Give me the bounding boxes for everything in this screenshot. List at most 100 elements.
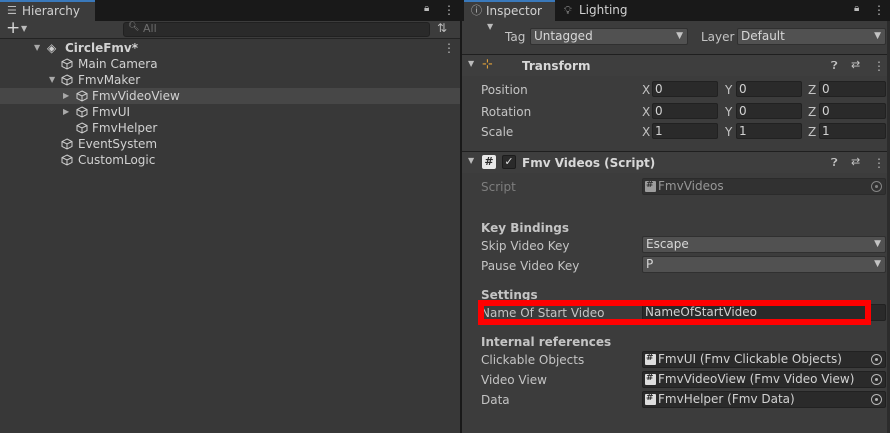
gameobject-icon	[61, 138, 73, 150]
scene-row[interactable]: ▼ ◈ CircleFmv* ⋮	[0, 40, 460, 56]
item-label: Main Camera	[78, 57, 158, 71]
object-picker-icon[interactable]	[871, 374, 882, 385]
inspector-tab-bar: ⓘ Inspector 💡︎ Lighting 🔒︎ ⋮	[462, 0, 890, 21]
highlight-box	[478, 300, 871, 325]
component-menu-icon[interactable]: ⋮	[873, 156, 885, 170]
tag-dropdown[interactable]: Untagged ▼	[530, 28, 688, 45]
component-menu-icon[interactable]: ⋮	[873, 59, 885, 73]
scale-x-field[interactable]: 1	[652, 123, 718, 139]
hierarchy-item-eventsystem[interactable]: EventSystem	[0, 136, 460, 152]
item-label: FmvVideoView	[92, 89, 180, 103]
expand-arrow-icon[interactable]: ▼	[49, 72, 55, 88]
search-input[interactable]: 🔍︎ All	[123, 22, 430, 37]
video-view-label: Video View	[481, 373, 547, 387]
position-x-field[interactable]: 0	[652, 81, 718, 97]
x-label: X	[642, 105, 651, 119]
clickable-objects-label: Clickable Objects	[481, 353, 585, 367]
position-label: Position	[481, 83, 528, 97]
rotation-x-field[interactable]: 0	[652, 103, 718, 119]
item-label: EventSystem	[78, 137, 158, 151]
sort-icon[interactable]: ⇅	[437, 21, 447, 35]
gameobject-icon	[76, 122, 88, 134]
object-picker-icon[interactable]	[871, 394, 882, 405]
collapse-arrow-icon[interactable]: ▶	[63, 104, 69, 120]
hierarchy-item-fmvmaker[interactable]: ▼ FmvMaker	[0, 72, 460, 88]
pause-video-key-dropdown[interactable]: P ▼	[642, 256, 886, 273]
foldout-arrow-icon[interactable]: ▼	[468, 59, 474, 68]
tag-label: Tag	[505, 30, 526, 44]
position-y-field[interactable]: 0	[736, 81, 802, 97]
search-icon: 🔍︎	[128, 22, 140, 32]
help-icon[interactable]: ❓︎	[831, 156, 838, 170]
rotation-y-field[interactable]: 0	[736, 103, 802, 119]
enabled-checkbox[interactable]: ✓	[502, 155, 516, 169]
item-label: FmvMaker	[78, 73, 141, 87]
fmv-videos-title: Fmv Videos (Script)	[522, 156, 656, 170]
hierarchy-tab-bar: ☰ Hierarchy 🔒︎ ⋮	[0, 0, 460, 21]
x-label: X	[642, 125, 651, 139]
tab-inspector[interactable]: ⓘ Inspector	[464, 0, 555, 21]
unity-scene-icon: ◈	[47, 41, 57, 55]
more-options-icon[interactable]: ⋮	[443, 3, 455, 17]
z-label: Z	[808, 83, 817, 97]
skip-video-key-dropdown[interactable]: Escape ▼	[642, 236, 886, 253]
object-picker-icon	[871, 181, 882, 192]
presets-icon[interactable]: ⇄	[851, 58, 860, 71]
y-label: Y	[725, 83, 733, 97]
rotation-z-field[interactable]: 0	[819, 103, 886, 119]
item-label: CustomLogic	[78, 153, 156, 167]
more-options-icon[interactable]: ⋮	[873, 3, 885, 17]
foldout-arrow-icon[interactable]: ▼	[468, 156, 474, 165]
transform-header[interactable]: ▼ ⊹ Transform ❓︎ ⇄ ⋮	[462, 54, 890, 76]
help-icon[interactable]: ❓︎	[831, 59, 838, 73]
lock-icon[interactable]: 🔒︎	[424, 3, 429, 14]
rotation-label: Rotation	[481, 105, 532, 119]
hierarchy-item-fmvui[interactable]: ▶ FmvUI	[0, 104, 460, 120]
chevron-down-icon: ▼	[676, 31, 683, 41]
data-field[interactable]: FmvHelper (Fmv Data)	[642, 391, 886, 408]
scene-label: CircleFmv*	[65, 41, 139, 55]
lightbulb-icon: 💡︎	[564, 4, 572, 17]
info-icon: ⓘ	[471, 4, 482, 17]
script-icon	[645, 178, 656, 193]
scale-z-field[interactable]: 1	[819, 123, 886, 139]
scale-y-field[interactable]: 1	[736, 123, 802, 139]
skip-video-key-label: Skip Video Key	[481, 239, 570, 253]
add-icon[interactable]: +	[6, 18, 20, 38]
y-label: Y	[725, 105, 733, 119]
hierarchy-item-customlogic[interactable]: CustomLogic	[0, 152, 460, 168]
presets-icon[interactable]: ⇄	[851, 155, 860, 168]
z-label: Z	[808, 125, 817, 139]
clickable-objects-field[interactable]: FmvUI (Fmv Clickable Objects)	[642, 351, 886, 368]
item-label: FmvHelper	[92, 121, 158, 135]
position-z-field[interactable]: 0	[819, 81, 886, 97]
chevron-down-icon[interactable]: ▼	[21, 24, 27, 33]
gameobject-icon	[76, 90, 88, 102]
gameobject-icon	[61, 74, 73, 86]
item-label: FmvUI	[92, 105, 131, 119]
video-view-field[interactable]: FmvVideoView (Fmv Video View)	[642, 371, 886, 388]
hierarchy-item-fmvhelper[interactable]: FmvHelper	[0, 120, 460, 136]
y-label: Y	[725, 125, 733, 139]
layer-dropdown[interactable]: Default ▼	[737, 28, 886, 45]
script-icon	[645, 371, 656, 386]
transform-icon: ⊹	[482, 57, 493, 72]
lock-icon[interactable]: 🔒︎	[854, 3, 859, 14]
x-label: X	[642, 83, 651, 97]
hierarchy-item-fmvvideoview[interactable]: ▶ FmvVideoView	[0, 88, 460, 104]
script-icon: #	[482, 155, 496, 169]
tab-lighting[interactable]: 💡︎ Lighting	[557, 0, 637, 21]
chevron-down-icon: ▼	[874, 31, 881, 41]
script-field: FmvVideos	[642, 178, 886, 195]
expand-arrow-icon[interactable]: ▼	[34, 40, 40, 56]
script-icon	[645, 351, 656, 366]
chevron-down-icon: ▼	[874, 259, 881, 269]
collapse-arrow-icon[interactable]: ▶	[63, 88, 69, 104]
object-picker-icon[interactable]	[871, 354, 882, 365]
gameobject-menu-chevron-icon[interactable]: ▼	[487, 22, 493, 31]
hierarchy-item-main-camera[interactable]: Main Camera	[0, 56, 460, 72]
z-label: Z	[808, 105, 817, 119]
fmv-videos-header[interactable]: ▼ # ✓ Fmv Videos (Script) ❓︎ ⇄ ⋮	[462, 151, 890, 173]
chevron-down-icon: ▼	[874, 239, 881, 249]
scene-options-icon[interactable]: ⋮	[443, 40, 455, 56]
